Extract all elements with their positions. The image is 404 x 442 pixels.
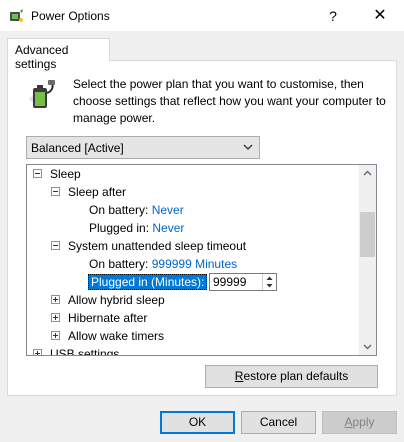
power-plan-select[interactable]: Balanced [Active] — [26, 136, 260, 159]
settings-tree[interactable]: Sleep Sleep after On battery: Never Plug… — [26, 164, 377, 356]
expand-icon[interactable] — [33, 349, 42, 355]
tree-scrollbar[interactable] — [359, 165, 376, 355]
help-button[interactable]: ? — [318, 4, 348, 28]
stepper-down-icon[interactable] — [263, 282, 276, 290]
power-plan-value: Balanced [Active] — [31, 141, 124, 155]
tree-item-sleep-after-plugged[interactable]: Plugged in: Never — [89, 219, 184, 237]
restore-defaults-button[interactable]: Restore plan defaults — [205, 365, 378, 388]
close-button[interactable]: ✕ — [362, 3, 398, 29]
tab-advanced-settings[interactable]: Advanced settings — [7, 38, 110, 71]
collapse-icon[interactable] — [51, 187, 60, 196]
stepper-up-icon[interactable] — [263, 274, 276, 282]
apply-button[interactable]: Apply — [322, 411, 397, 434]
power-options-icon — [10, 9, 23, 22]
expand-icon[interactable] — [51, 331, 60, 340]
plugged-minutes-input[interactable] — [213, 275, 257, 289]
collapse-icon[interactable] — [51, 241, 60, 250]
stepper-buttons — [262, 274, 276, 290]
cancel-button[interactable]: Cancel — [241, 411, 316, 434]
tree-item-sleep-after-battery[interactable]: On battery: Never — [89, 201, 184, 219]
scroll-down-icon[interactable] — [359, 338, 376, 355]
ok-button[interactable]: OK — [160, 411, 235, 434]
battery-plug-icon — [29, 80, 55, 108]
scrollbar-thumb[interactable] — [360, 212, 375, 257]
tree-item-unattended-plugged[interactable]: Plugged in (Minutes): — [88, 273, 208, 291]
chevron-down-icon — [243, 144, 253, 150]
scroll-up-icon[interactable] — [359, 165, 376, 182]
window-title: Power Options — [31, 9, 110, 23]
tree-item-unattended-battery[interactable]: On battery: 999999 Minutes — [89, 255, 237, 273]
sleep-after-battery-value[interactable]: Never — [152, 203, 184, 217]
plugged-minutes-label: Plugged in (Minutes): — [88, 274, 208, 290]
expand-icon[interactable] — [51, 313, 60, 322]
expand-icon[interactable] — [51, 295, 60, 304]
plugged-minutes-stepper[interactable] — [209, 273, 277, 291]
collapse-icon[interactable] — [33, 169, 42, 178]
unattended-battery-value[interactable]: 999999 Minutes — [152, 257, 237, 271]
title-bar: Power Options ? ✕ — [0, 0, 404, 31]
description-text: Select the power plan that you want to c… — [73, 77, 386, 125]
sleep-after-plugged-value[interactable]: Never — [152, 221, 184, 235]
